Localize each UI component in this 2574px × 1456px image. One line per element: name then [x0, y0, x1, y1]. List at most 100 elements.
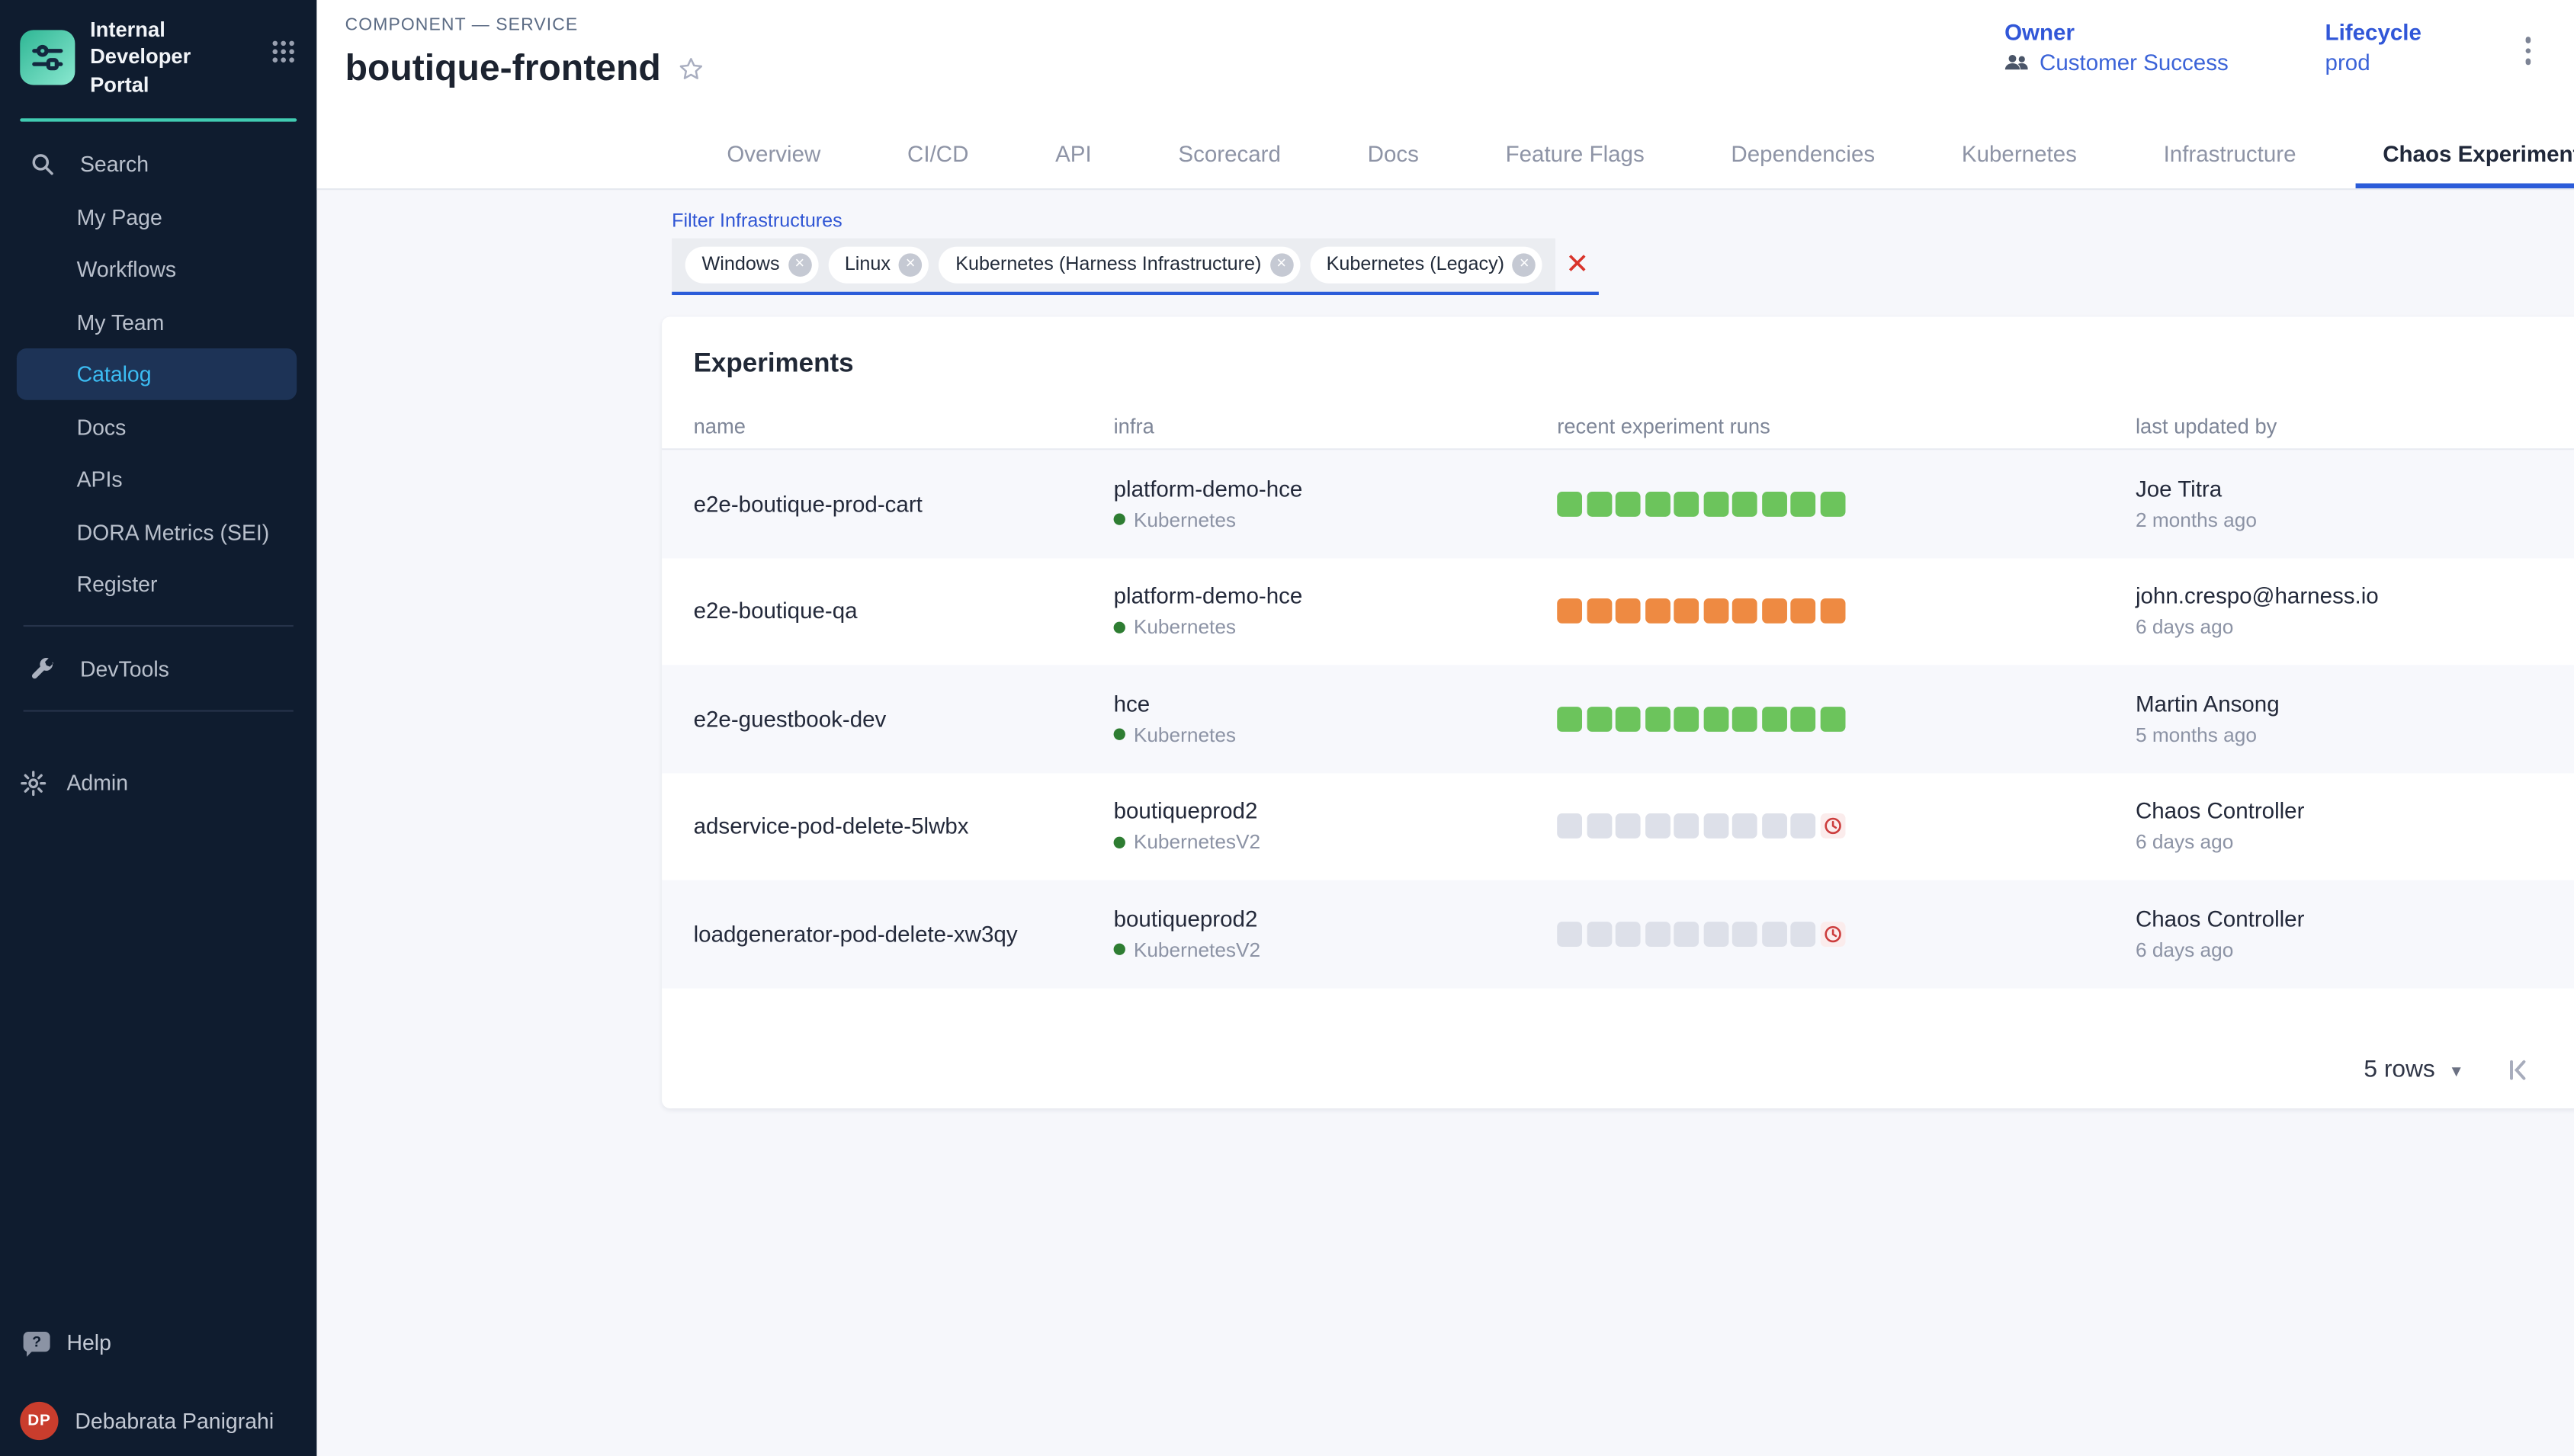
portal-logo[interactable]	[20, 30, 75, 85]
sidebar-item-label: Workflows	[77, 257, 177, 282]
infra-status-dot	[1114, 944, 1125, 955]
run-status-square-passed[interactable]	[1674, 491, 1699, 516]
run-status-square-passed[interactable]	[1703, 491, 1728, 516]
experiments-heading: Experiments	[694, 350, 2574, 380]
run-status-square-failed[interactable]	[1586, 599, 1611, 624]
run-status-square-pending[interactable]	[1761, 814, 1786, 839]
sidebar-item-admin[interactable]: Admin	[0, 756, 316, 809]
infrastructure-filter-input[interactable]: Windows×Linux×Kubernetes (Harness Infras…	[672, 239, 1599, 295]
tab-dependencies[interactable]: Dependencies	[1704, 142, 1902, 188]
run-status-square-failed[interactable]	[1674, 599, 1699, 624]
run-status-square-pending[interactable]	[1790, 814, 1815, 839]
run-status-square-passed[interactable]	[1761, 491, 1786, 516]
remove-chip-icon[interactable]: ×	[1513, 253, 1536, 277]
filter-infrastructures-label[interactable]: Filter Infrastructures	[672, 212, 842, 232]
run-status-square-pending[interactable]	[1761, 922, 1786, 947]
run-status-square-passed[interactable]	[1557, 491, 1582, 516]
rows-per-page-select[interactable]: 5 rows ▾	[2364, 1057, 2460, 1083]
run-scheduled-clock-icon[interactable]	[1820, 814, 1845, 839]
run-scheduled-clock-icon[interactable]	[1820, 922, 1845, 947]
run-status-square-passed[interactable]	[1586, 491, 1611, 516]
run-status-square-pending[interactable]	[1557, 922, 1582, 947]
run-status-square-failed[interactable]	[1790, 599, 1815, 624]
infra-status-dot	[1114, 729, 1125, 740]
last-updated-cell: Chaos Controller6 days ago	[2136, 906, 2574, 961]
first-page-button[interactable]	[2508, 1058, 2531, 1082]
run-status-square-passed[interactable]	[1586, 707, 1611, 732]
run-status-square-passed[interactable]	[1557, 707, 1582, 732]
run-status-square-passed[interactable]	[1645, 491, 1670, 516]
infra-type: KubernetesV2	[1134, 938, 1260, 961]
user-menu[interactable]: DP Debabrata Panigrahi	[20, 1397, 316, 1443]
run-status-square-passed[interactable]	[1674, 707, 1699, 732]
remove-chip-icon[interactable]: ×	[788, 253, 811, 277]
sidebar-item-my-team[interactable]: My Team	[0, 296, 316, 348]
run-status-square-failed[interactable]	[1703, 599, 1728, 624]
run-status-square-passed[interactable]	[1761, 707, 1786, 732]
run-status-square-failed[interactable]	[1761, 599, 1786, 624]
tab-docs[interactable]: Docs	[1341, 142, 1446, 188]
tab-infrastructure[interactable]: Infrastructure	[2137, 142, 2323, 188]
run-status-square-pending[interactable]	[1790, 922, 1815, 947]
favorite-star-icon[interactable]	[678, 54, 706, 82]
sidebar-item-devtools[interactable]: DevTools	[0, 642, 316, 694]
tab-api[interactable]: API	[1029, 142, 1119, 188]
run-status-square-pending[interactable]	[1732, 922, 1757, 947]
run-status-square-passed[interactable]	[1820, 491, 1845, 516]
run-status-square-pending[interactable]	[1645, 814, 1670, 839]
run-status-square-passed[interactable]	[1732, 707, 1757, 732]
run-status-square-pending[interactable]	[1703, 814, 1728, 839]
tab-overview[interactable]: Overview	[700, 142, 847, 188]
run-status-square-passed[interactable]	[1820, 707, 1845, 732]
run-status-square-pending[interactable]	[1586, 814, 1611, 839]
sidebar-item-register[interactable]: Register	[0, 558, 316, 611]
clear-filters-button[interactable]: ✕	[1556, 239, 1599, 292]
run-status-square-failed[interactable]	[1616, 599, 1641, 624]
run-status-square-passed[interactable]	[1790, 707, 1815, 732]
tab-chaos-experiments[interactable]: Chaos Experiments	[2356, 142, 2574, 188]
run-status-square-failed[interactable]	[1820, 599, 1845, 624]
tab-ci-cd[interactable]: CI/CD	[881, 142, 995, 188]
run-status-square-pending[interactable]	[1674, 922, 1699, 947]
run-status-square-pending[interactable]	[1732, 814, 1757, 839]
run-status-square-pending[interactable]	[1616, 922, 1641, 947]
help-button[interactable]: ? Help	[24, 1316, 317, 1367]
experiment-row: adservice-pod-delete-5lwbxboutiqueprod2K…	[662, 772, 2574, 880]
run-status-square-pending[interactable]	[1586, 922, 1611, 947]
run-status-square-pending[interactable]	[1557, 814, 1582, 839]
run-status-square-failed[interactable]	[1557, 599, 1582, 624]
run-status-square-passed[interactable]	[1645, 707, 1670, 732]
run-status-square-pending[interactable]	[1645, 922, 1670, 947]
more-actions-button[interactable]	[2518, 27, 2537, 75]
remove-chip-icon[interactable]: ×	[1269, 253, 1293, 277]
run-status-square-pending[interactable]	[1703, 922, 1728, 947]
sidebar-item-docs[interactable]: Docs	[0, 400, 316, 453]
apps-grid-icon[interactable]	[270, 39, 297, 66]
run-status-square-pending[interactable]	[1674, 814, 1699, 839]
experiment-infra: boutiqueprod2KubernetesV2	[1114, 906, 1558, 961]
tab-kubernetes[interactable]: Kubernetes	[1935, 142, 2104, 188]
run-status-square-passed[interactable]	[1703, 707, 1728, 732]
sidebar-item-dora-metrics-sei[interactable]: DORA Metrics (SEI)	[0, 505, 316, 558]
run-status-square-passed[interactable]	[1790, 491, 1815, 516]
column-header-recent-runs: recent experiment runs	[1557, 414, 2136, 438]
sidebar-nav: SearchMy Page Workflows My TeamCatalogDocs…	[0, 138, 316, 611]
owner-link[interactable]: Customer Success	[2004, 50, 2229, 75]
remove-chip-icon[interactable]: ×	[899, 253, 923, 277]
run-status-square-pending[interactable]	[1616, 814, 1641, 839]
experiment-infra: platform-demo-hceKubernetes	[1114, 584, 1558, 639]
run-status-square-passed[interactable]	[1732, 491, 1757, 516]
run-status-square-failed[interactable]	[1645, 599, 1670, 624]
sidebar-item-workflows[interactable]: Workflows	[0, 243, 316, 296]
sidebar-item-search[interactable]: Search	[0, 138, 316, 191]
run-status-square-passed[interactable]	[1616, 491, 1641, 516]
sidebar-divider	[24, 625, 294, 627]
tab-feature-flags[interactable]: Feature Flags	[1479, 142, 1671, 188]
run-status-square-failed[interactable]	[1732, 599, 1757, 624]
sidebar-item-apis[interactable]: APIs	[0, 453, 316, 505]
sidebar-item-catalog[interactable]: Catalog	[17, 348, 297, 400]
tab-scorecard[interactable]: Scorecard	[1151, 142, 1308, 188]
run-status-square-passed[interactable]	[1616, 707, 1641, 732]
entity-kind: COMPONENT — SERVICE	[345, 15, 706, 35]
sidebar-item-my-page[interactable]: My Page	[0, 191, 316, 243]
